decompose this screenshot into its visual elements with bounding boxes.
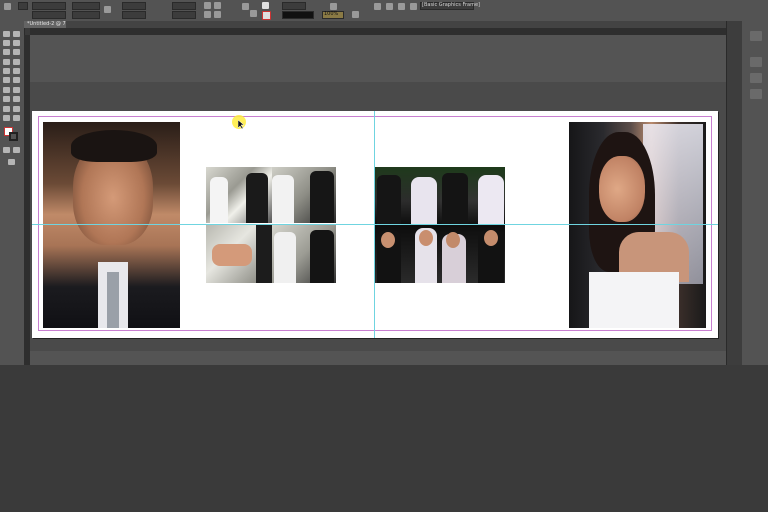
select-container-icon[interactable] — [242, 3, 249, 10]
page-tool-icon[interactable] — [3, 40, 10, 46]
x-field[interactable] — [32, 2, 66, 10]
content-collector-icon[interactable] — [3, 49, 10, 55]
stroke-color-icon[interactable] — [9, 132, 18, 141]
ceremony-photo-4[interactable] — [272, 224, 336, 283]
flip-horizontal-icon[interactable] — [204, 11, 211, 18]
vertical-scrollbar[interactable] — [726, 21, 743, 365]
select-content-icon[interactable] — [250, 10, 257, 17]
pen-tool-icon[interactable] — [3, 68, 10, 74]
pointer-cursor-icon — [238, 120, 245, 130]
document-tab[interactable]: *Untitled-2 @ 75% — [24, 21, 66, 28]
pages-panel-icon[interactable] — [750, 31, 762, 41]
pencil-tool-icon[interactable] — [13, 68, 20, 74]
zoom-tool-icon[interactable] — [13, 115, 20, 121]
apply-none-icon[interactable] — [13, 147, 20, 153]
effects-icon[interactable] — [352, 11, 359, 18]
fill-swatch-icon[interactable] — [262, 2, 269, 9]
constrain-proportions-icon[interactable] — [104, 6, 111, 13]
document-tab-bar — [24, 21, 726, 28]
rotate-cw-icon[interactable] — [204, 2, 211, 9]
toast-photo-3[interactable] — [375, 224, 440, 283]
object-style-value: [Basic Graphics Frame] — [422, 2, 480, 8]
flip-vertical-icon[interactable] — [214, 11, 221, 18]
rectangle-tool-icon[interactable] — [13, 77, 20, 83]
y-field[interactable] — [32, 11, 66, 19]
ceremony-photo-3[interactable] — [206, 224, 272, 283]
hand-tool-icon[interactable] — [3, 115, 10, 121]
gap-tool-icon[interactable] — [13, 40, 20, 46]
apply-color-icon[interactable] — [3, 147, 10, 153]
stroke-swatch-icon[interactable] — [262, 11, 271, 20]
groom-portrait-photo[interactable] — [43, 122, 180, 328]
content-placer-icon[interactable] — [13, 49, 20, 55]
x-label — [18, 2, 28, 10]
drop-shadow-icon[interactable] — [330, 3, 337, 10]
panel-dock — [742, 21, 768, 365]
type-tool-icon[interactable] — [3, 59, 10, 65]
toast-photo-1[interactable] — [375, 167, 440, 224]
rotate-ccw-icon[interactable] — [214, 2, 221, 9]
info-panel-icon[interactable] — [750, 89, 762, 99]
toast-photo-4[interactable] — [440, 224, 505, 283]
scale-x-field[interactable] — [122, 2, 146, 10]
height-field[interactable] — [72, 11, 100, 19]
screen-mode-icon[interactable] — [8, 159, 15, 165]
fitting-content-icon[interactable] — [386, 3, 393, 10]
bride-portrait-photo[interactable] — [569, 122, 706, 328]
free-transform-tool-icon[interactable] — [13, 87, 20, 93]
shear-field[interactable] — [172, 11, 196, 19]
note-tool-icon[interactable] — [3, 106, 10, 112]
lower-workspace — [0, 365, 768, 512]
layers-panel-icon[interactable] — [750, 57, 762, 67]
line-tool-icon[interactable] — [13, 59, 20, 65]
control-bar: 100% [Basic Graphics Frame] — [0, 0, 768, 22]
gradient-tool-icon[interactable] — [3, 96, 10, 102]
stroke-type-field[interactable] — [282, 11, 314, 19]
toast-photo-2[interactable] — [440, 167, 505, 224]
stroke-weight-field[interactable] — [282, 2, 306, 10]
eyedropper-tool-icon[interactable] — [13, 106, 20, 112]
direct-selection-tool-icon[interactable] — [13, 31, 20, 37]
rotate-field[interactable] — [172, 2, 196, 10]
gradient-feather-tool-icon[interactable] — [13, 96, 20, 102]
fitting-fill-icon[interactable] — [374, 3, 381, 10]
width-field[interactable] — [72, 2, 100, 10]
scale-y-field[interactable] — [122, 11, 146, 19]
selection-tool-icon[interactable] — [3, 31, 10, 37]
horizontal-ruler-guide — [32, 224, 718, 225]
ceremony-photo-1[interactable] — [206, 167, 272, 223]
opacity-value: 100% — [324, 11, 339, 17]
reference-point-icon[interactable] — [4, 3, 11, 10]
ceremony-photo-2[interactable] — [272, 167, 336, 223]
fitting-proportion-icon[interactable] — [410, 3, 417, 10]
links-panel-icon[interactable] — [750, 73, 762, 83]
rectangle-frame-tool-icon[interactable] — [3, 77, 10, 83]
tools-panel — [0, 21, 25, 365]
fitting-frame-icon[interactable] — [398, 3, 405, 10]
scissors-tool-icon[interactable] — [3, 87, 10, 93]
